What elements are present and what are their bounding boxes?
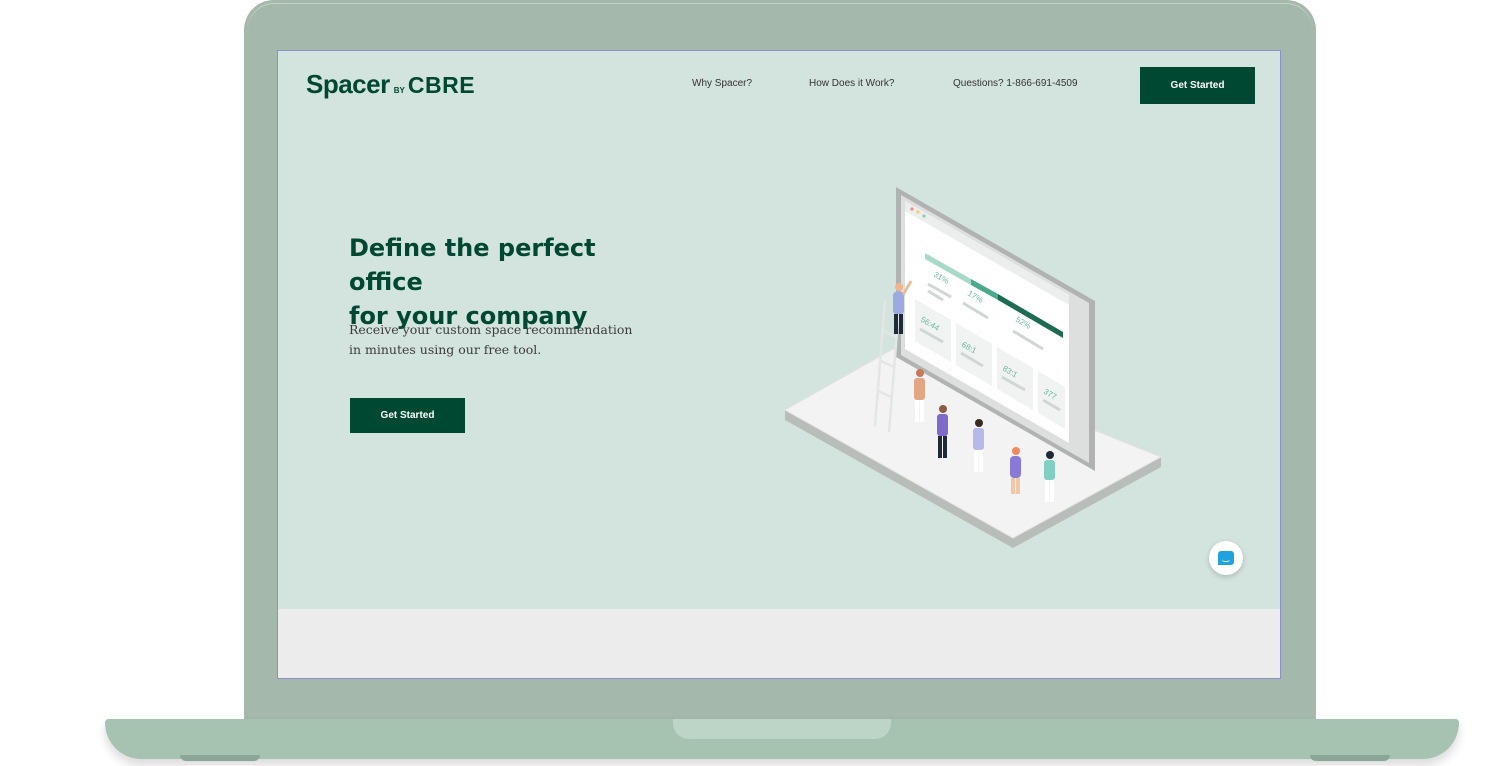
hero-get-started-button[interactable]: Get Started <box>350 398 465 433</box>
illustration-window-dot-green <box>922 214 926 218</box>
illustration-window-dot-red <box>910 207 914 211</box>
hero-subtext-line-1: Receive your custom space recommendation <box>349 322 633 337</box>
laptop-foot-right <box>1310 755 1390 761</box>
laptop-notch <box>673 719 891 739</box>
header-get-started-button[interactable]: Get Started <box>1140 67 1255 104</box>
laptop-foot-left <box>180 755 260 761</box>
logo-by-text: BY <box>393 86 405 95</box>
hero-headline-line-1: Define the perfect office <box>349 234 596 296</box>
office-dashboard-illustration: 31% 17% 52% 56:44 68:1 83:1 377 <box>783 187 1163 548</box>
chat-launcher-button[interactable] <box>1209 541 1243 575</box>
next-section-strip <box>278 609 1280 678</box>
illustration-window-dot-yellow <box>916 210 920 214</box>
hero-subtext: Receive your custom space recommendation… <box>349 320 649 359</box>
logo-spacer-text: Spacer <box>306 69 390 99</box>
hero-subtext-line-2: in minutes using our free tool. <box>349 341 542 357</box>
hero-headline: Define the perfect office for your compa… <box>349 231 669 333</box>
nav-how-it-works-link[interactable]: How Does it Work? <box>809 78 894 89</box>
nav-questions-phone-link[interactable]: Questions? 1-866-691-4509 <box>953 78 1078 89</box>
chat-bubble-icon <box>1218 551 1234 565</box>
browser-viewport: Spacer BY CBRE Why Spacer? How Does it W… <box>277 50 1281 679</box>
nav-why-spacer-link[interactable]: Why Spacer? <box>692 78 752 89</box>
logo-cbre-text: CBRE <box>407 72 476 98</box>
spacer-cbre-logo[interactable]: Spacer BY CBRE <box>306 69 475 101</box>
